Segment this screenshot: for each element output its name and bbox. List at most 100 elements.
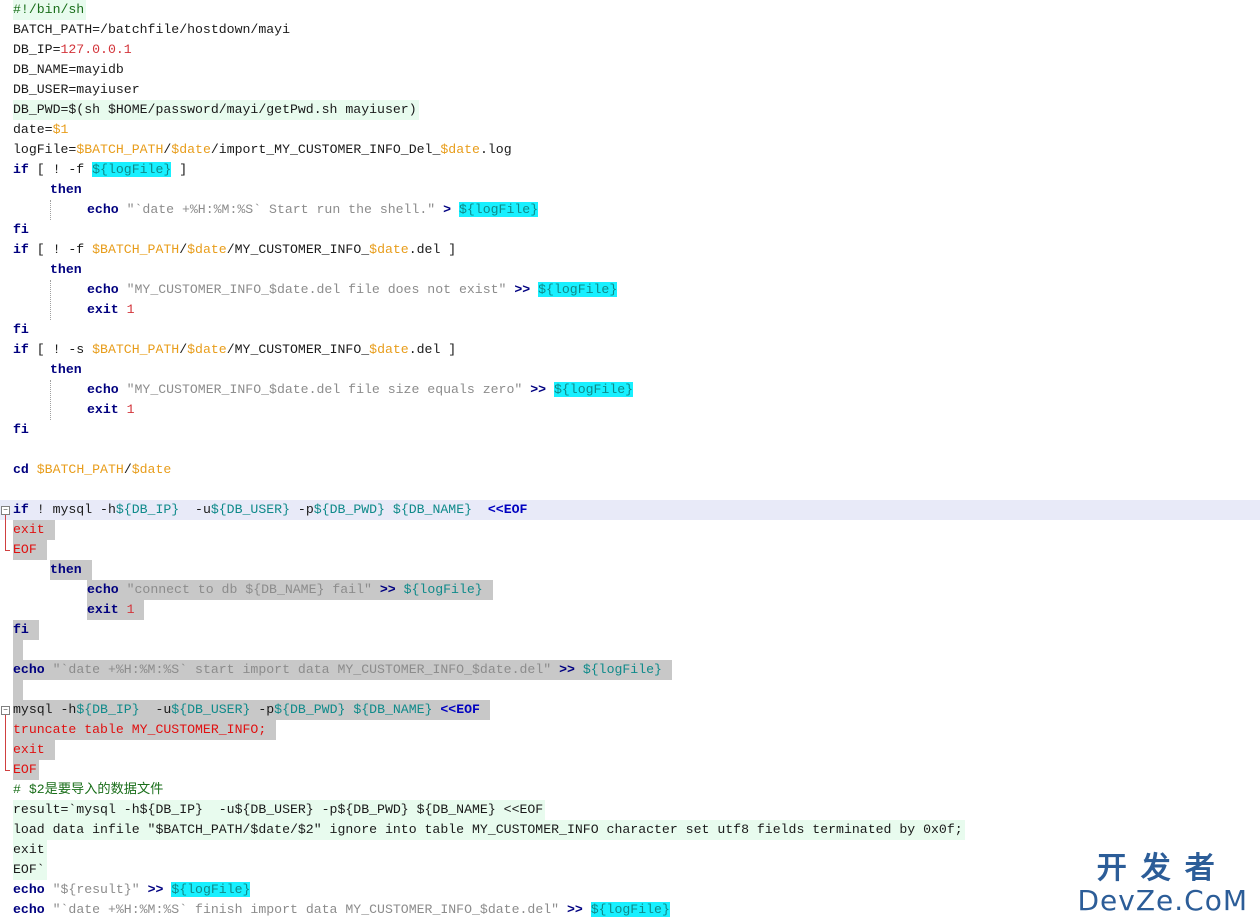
- code-line[interactable]: DB_IP=127.0.0.1: [13, 40, 134, 60]
- code-line[interactable]: echo "${result}" >> ${logFile}: [13, 880, 252, 900]
- code-token: echo: [87, 282, 119, 297]
- code-token: ${logFile}: [458, 202, 539, 217]
- code-line[interactable]: [13, 440, 15, 460]
- code-token: ${DB_IP}: [115, 502, 180, 517]
- code-line[interactable]: if ! mysql -h${DB_IP} -u${DB_USER} -p${D…: [0, 500, 1260, 520]
- code-line[interactable]: EOF: [13, 540, 47, 560]
- code-line[interactable]: fi: [13, 620, 39, 640]
- code-token: 1: [126, 302, 135, 317]
- code-line[interactable]: if [ ! -s $BATCH_PATH/$date/MY_CUSTOMER_…: [13, 340, 458, 360]
- code-token: cd: [13, 462, 29, 477]
- code-line[interactable]: BATCH_PATH=/batchfile/hostdown/mayi: [13, 20, 292, 40]
- code-line[interactable]: echo "MY_CUSTOMER_INFO_$date.del file do…: [87, 280, 619, 300]
- code-token: .log: [479, 142, 512, 157]
- code-line[interactable]: [13, 680, 23, 700]
- code-token: >: [443, 202, 452, 217]
- code-line[interactable]: [13, 480, 15, 500]
- code-line[interactable]: then: [50, 180, 84, 200]
- code-line[interactable]: echo "`date +%H:%M:%S` finish import dat…: [13, 900, 672, 920]
- code-line[interactable]: exit 1: [87, 300, 137, 320]
- code-line[interactable]: fi: [13, 420, 31, 440]
- code-token: then: [50, 182, 82, 197]
- code-line[interactable]: EOF: [13, 760, 39, 780]
- code-token: result=`mysql -h${DB_IP} -u${DB_USER} -p…: [13, 802, 544, 817]
- code-line[interactable]: fi: [13, 220, 31, 240]
- code-line[interactable]: result=`mysql -h${DB_IP} -u${DB_USER} -p…: [13, 800, 546, 820]
- code-token: "MY_CUSTOMER_INFO_$date.del file does no…: [126, 282, 507, 297]
- code-token: >>: [514, 282, 531, 297]
- code-line[interactable]: DB_NAME=mayidb: [13, 60, 126, 80]
- watermark-bottom-text: DevZe.CoM: [1077, 884, 1248, 917]
- code-line[interactable]: echo "`date +%H:%M:%S` Start run the she…: [87, 200, 540, 220]
- code-line[interactable]: exit 1: [87, 400, 137, 420]
- code-token: /MY_CUSTOMER_INFO_: [226, 342, 370, 357]
- fold-range-line: [5, 515, 6, 550]
- code-token: -p: [290, 502, 314, 517]
- code-token: ! mysql -h: [28, 502, 116, 517]
- code-token: exit: [87, 602, 119, 617]
- code-editor[interactable]: #!/bin/sh BATCH_PATH=/batchfile/hostdown/…: [0, 0, 1260, 922]
- code-token: $BATCH_PATH: [92, 342, 180, 357]
- code-token: ${DB_PWD}: [274, 702, 346, 717]
- code-token: ${DB_USER}: [171, 702, 251, 717]
- code-token: ]: [171, 162, 188, 177]
- code-token: "MY_CUSTOMER_INFO_$date.del file size eq…: [126, 382, 523, 397]
- code-token: [ ! -s: [28, 342, 93, 357]
- code-line[interactable]: EOF`: [13, 860, 47, 880]
- code-line[interactable]: then: [50, 560, 92, 580]
- code-line[interactable]: if [ ! -f $BATCH_PATH/$date/MY_CUSTOMER_…: [13, 240, 458, 260]
- code-line[interactable]: exit: [13, 840, 47, 860]
- code-line[interactable]: DB_PWD=$(sh $HOME/password/mayi/getPwd.s…: [13, 100, 419, 120]
- code-token: #!/bin/sh: [13, 2, 85, 17]
- code-token: $date: [131, 462, 172, 477]
- code-line[interactable]: echo "`date +%H:%M:%S` start import data…: [13, 660, 672, 680]
- code-line[interactable]: load data infile "$BATCH_PATH/$date/$2" …: [13, 820, 965, 840]
- code-token: 127.0.0.1: [60, 42, 132, 57]
- code-line[interactable]: cd $BATCH_PATH/$date: [13, 460, 173, 480]
- code-token: echo: [13, 662, 45, 677]
- code-token: echo: [13, 882, 45, 897]
- code-token: ${logFile}: [92, 162, 172, 177]
- code-line[interactable]: if [ ! -f ${logFile} ]: [13, 160, 189, 180]
- code-line[interactable]: then: [50, 360, 84, 380]
- code-token: ${logFile}: [582, 662, 662, 677]
- code-line[interactable]: #!/bin/sh: [13, 0, 87, 20]
- code-line[interactable]: logFile=$BATCH_PATH/$date/import_MY_CUST…: [13, 140, 514, 160]
- code-line[interactable]: DB_USER=mayiuser: [13, 80, 142, 100]
- fold-toggle-icon[interactable]: −: [1, 506, 10, 515]
- code-line[interactable]: exit: [13, 740, 55, 760]
- code-token: .del ]: [408, 342, 457, 357]
- code-line[interactable]: truncate table MY_CUSTOMER_INFO;: [13, 720, 277, 740]
- code-line[interactable]: echo "MY_CUSTOMER_INFO_$date.del file si…: [87, 380, 635, 400]
- code-line[interactable]: exit: [13, 520, 55, 540]
- fold-toggle-icon[interactable]: −: [1, 706, 10, 715]
- code-line[interactable]: [13, 640, 23, 660]
- code-line[interactable]: then: [50, 260, 84, 280]
- code-line[interactable]: exit 1: [87, 600, 145, 620]
- code-line[interactable]: # $2是要导入的数据文件: [13, 780, 165, 800]
- code-token: then: [50, 362, 82, 377]
- code-line[interactable]: fi: [13, 320, 31, 340]
- code-line[interactable]: date=$1: [13, 120, 70, 140]
- code-token: exit: [13, 742, 45, 757]
- code-line[interactable]: echo "connect to db ${DB_NAME} fail" >> …: [87, 580, 493, 600]
- code-token: [ ! -f: [28, 162, 93, 177]
- code-token: 1: [126, 602, 135, 617]
- code-token: /: [179, 342, 188, 357]
- code-line[interactable]: mysql -h${DB_IP} -u${DB_USER} -p${DB_PWD…: [13, 700, 490, 720]
